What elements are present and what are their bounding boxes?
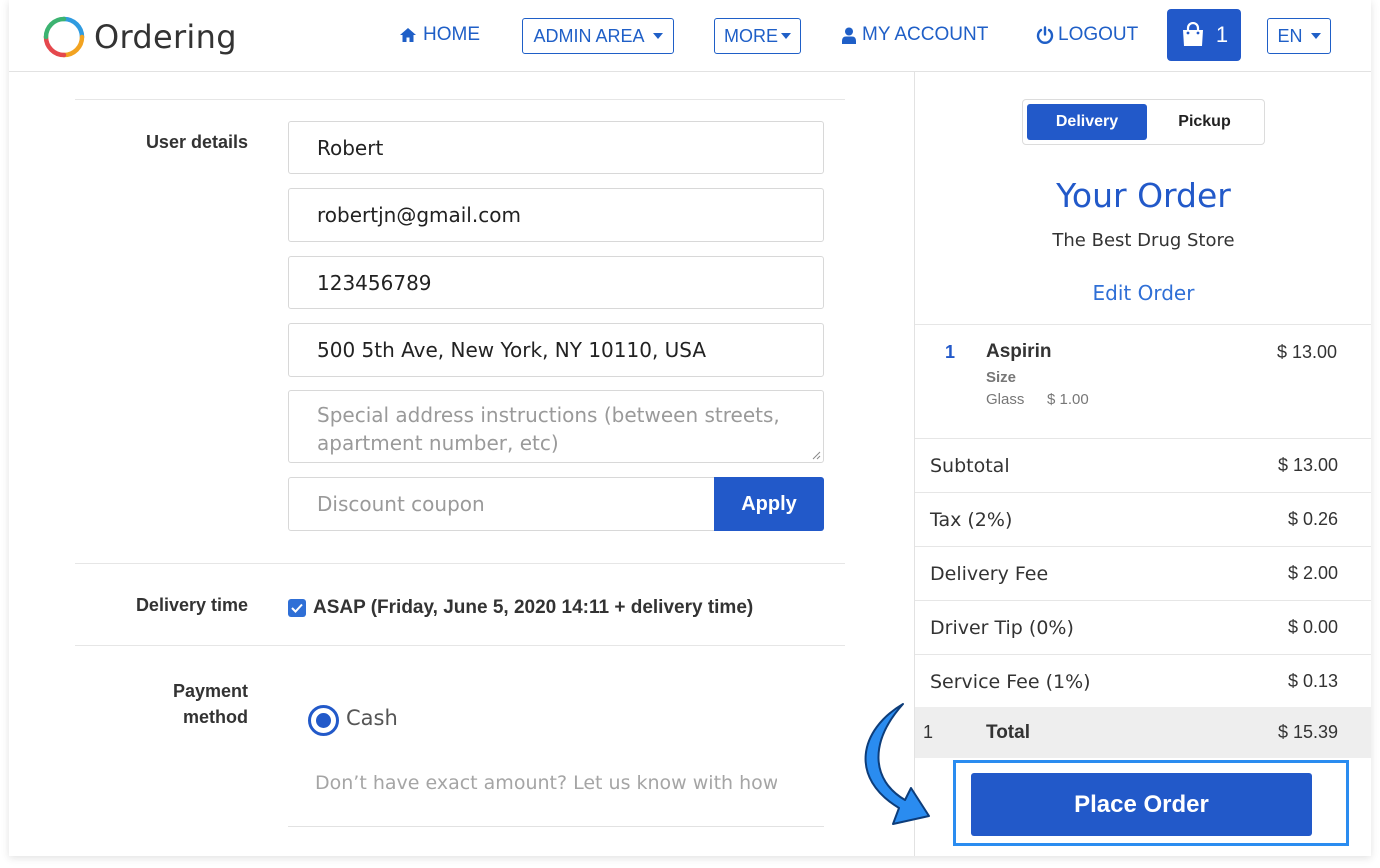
my-account-label: MY ACCOUNT: [862, 24, 989, 45]
app-window: Ordering HOME ADMIN AREA MORE MY ACCOUNT: [9, 0, 1371, 856]
chevron-down-icon: [1310, 33, 1321, 39]
summary-label: Tax (2%): [930, 509, 1013, 531]
item-name: Aspirin: [986, 341, 1052, 362]
input-underline: [288, 826, 824, 827]
divider: [75, 563, 845, 564]
total-label: Total: [986, 722, 1030, 743]
summary-value: $ 0.13: [1287, 671, 1338, 691]
summary-value: $ 2.00: [1287, 563, 1338, 583]
nav-home-label: HOME: [423, 24, 480, 45]
power-icon: [1036, 26, 1054, 44]
name-field[interactable]: Robert: [288, 121, 824, 174]
radio-selected-dot: [316, 713, 331, 728]
divider: [915, 324, 1371, 325]
summary-value: $ 0.26: [1287, 509, 1338, 529]
store-name: The Best Drug Store: [1052, 230, 1235, 251]
asap-label[interactable]: ASAP (Friday, June 5, 2020 14:11 + deliv…: [313, 597, 753, 619]
app-logo[interactable]: Ordering: [43, 16, 237, 58]
email-field[interactable]: robertjn@gmail.com: [288, 188, 824, 242]
delivery-time-label: Delivery time: [135, 595, 248, 615]
order-type-toggle: Delivery Pickup: [1022, 99, 1265, 145]
total-value: $ 15.39: [1277, 722, 1338, 742]
admin-area-dropdown[interactable]: ADMIN AREA: [522, 18, 674, 54]
payment-method-label-line1: Payment: [172, 681, 248, 701]
cash-radio[interactable]: [308, 705, 339, 736]
pickup-toggle-button[interactable]: Pickup: [1147, 104, 1262, 140]
place-order-button[interactable]: Place Order: [971, 773, 1312, 836]
cash-label[interactable]: Cash: [346, 706, 398, 730]
cart-count: 1: [1215, 22, 1229, 47]
item-option-value: Glass: [986, 391, 1025, 408]
callout-arrow-icon: [864, 703, 930, 825]
order-title: Your Order: [1056, 176, 1231, 215]
summary-label: Driver Tip (0%): [930, 617, 1074, 639]
chevron-down-icon: [781, 33, 791, 39]
summary-label: Service Fee (1%): [930, 671, 1091, 693]
user-details-label: User details: [145, 132, 248, 152]
item-price: $ 13.00: [1276, 342, 1337, 362]
address-instructions-placeholder: Special address instructions (between st…: [317, 403, 780, 455]
divider: [75, 99, 845, 100]
my-account-link[interactable]: MY ACCOUNT: [842, 24, 988, 46]
order-summary-panel: Delivery Pickup Your Order The Best Drug…: [914, 72, 1371, 856]
apply-coupon-button[interactable]: Apply: [714, 477, 824, 531]
summary-label: Delivery Fee: [930, 563, 1049, 585]
summary-row-driver-tip: Driver Tip (0%) $ 0.00: [915, 600, 1371, 654]
shopping-bag-icon: [1182, 22, 1203, 46]
admin-area-label: ADMIN AREA: [533, 25, 645, 46]
top-navbar: Ordering HOME ADMIN AREA MORE MY ACCOUNT: [9, 0, 1371, 72]
summary-value: $ 0.00: [1287, 617, 1338, 637]
divider: [75, 645, 845, 646]
resize-handle-icon[interactable]: [811, 450, 821, 460]
item-option-label: Size: [986, 369, 1017, 386]
app-title: Ordering: [94, 18, 237, 56]
logout-link[interactable]: LOGOUT: [1036, 24, 1138, 46]
language-dropdown[interactable]: EN: [1267, 18, 1331, 54]
item-option-price: $ 1.00: [1047, 391, 1089, 408]
nav-home-link[interactable]: HOME: [399, 24, 480, 46]
summary-row-total: 1 Total $ 15.39: [915, 707, 1371, 758]
exact-amount-input[interactable]: Don’t have exact amount? Let us know wit…: [315, 772, 777, 794]
summary-label: Subtotal: [930, 455, 1010, 477]
edit-order-link[interactable]: Edit Order: [915, 281, 1371, 305]
summary-row-delivery-fee: Delivery Fee $ 2.00: [915, 546, 1371, 600]
payment-method-label: Payment method: [69, 678, 248, 730]
payment-method-label-line2: method: [183, 707, 248, 727]
user-icon: [842, 27, 856, 44]
address-field[interactable]: 500 5th Ave, New York, NY 10110, USA: [288, 323, 824, 377]
chevron-down-icon: [652, 33, 663, 39]
more-label: MORE: [724, 25, 778, 46]
item-quantity: 1: [945, 342, 956, 362]
logout-label: LOGOUT: [1058, 24, 1139, 45]
cart-button[interactable]: 1: [1167, 9, 1241, 61]
home-icon: [400, 28, 416, 42]
checkmark-icon: [291, 603, 303, 613]
phone-field[interactable]: 123456789: [288, 256, 824, 309]
discount-coupon-input[interactable]: Discount coupon: [288, 477, 718, 531]
address-instructions-textarea[interactable]: Special address instructions (between st…: [288, 390, 824, 463]
summary-value: $ 13.00: [1277, 455, 1338, 475]
ordering-logo-icon: [43, 16, 85, 58]
summary-row-subtotal: Subtotal $ 13.00: [915, 438, 1371, 492]
language-label: EN: [1277, 25, 1303, 46]
summary-row-tax: Tax (2%) $ 0.26: [915, 492, 1371, 546]
more-dropdown[interactable]: MORE: [714, 18, 801, 54]
asap-checkbox[interactable]: [288, 599, 306, 617]
summary-row-service-fee: Service Fee (1%) $ 0.13: [915, 654, 1371, 708]
delivery-toggle-button[interactable]: Delivery: [1027, 104, 1147, 140]
